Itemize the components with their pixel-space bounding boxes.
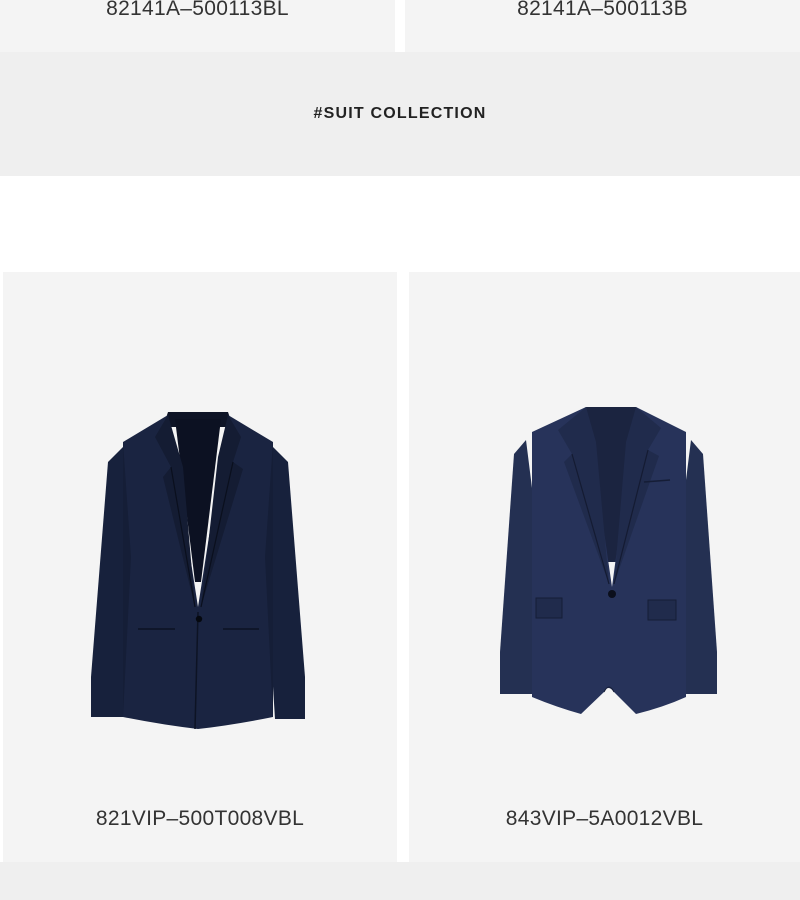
collection-banner: #SUIT COLLECTION <box>0 52 800 176</box>
product-card-top-left[interactable]: 82141A–500113BL <box>0 0 395 52</box>
navy-blazer-image[interactable] <box>83 407 313 732</box>
product-card-top-right[interactable]: 82141A–500113B <box>405 0 800 52</box>
product-sku: 82141A–500113BL <box>106 0 289 20</box>
product-sku: 82141A–500113B <box>517 0 688 20</box>
product-card[interactable]: 843VIP–5A0012VBL <box>409 272 800 862</box>
next-section-strip <box>0 862 800 900</box>
navy-blazer-image[interactable] <box>496 402 721 724</box>
product-card[interactable]: 821VIP–500T008VBL <box>3 272 397 862</box>
product-sku: 843VIP–5A0012VBL <box>505 807 704 830</box>
collection-title: #SUIT COLLECTION <box>313 105 487 122</box>
product-sku: 821VIP–500T008VBL <box>95 807 305 830</box>
